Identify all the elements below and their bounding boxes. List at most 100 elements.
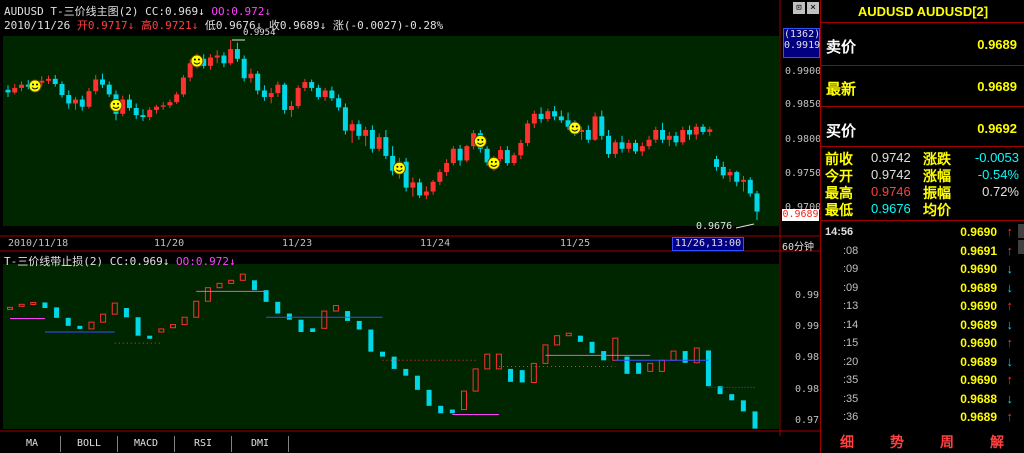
up-arrow-icon: ↑ xyxy=(1006,335,1014,350)
candle-body xyxy=(93,79,99,92)
candle-body xyxy=(336,98,342,108)
sub-bar xyxy=(682,351,688,363)
candle-body xyxy=(498,150,504,160)
candle-body xyxy=(714,159,720,167)
sub-chart-title: T-三价线带止损(2) xyxy=(4,255,104,268)
candle-body xyxy=(423,191,429,196)
tab-boll[interactable]: BOLL xyxy=(61,436,118,452)
tab-rsi[interactable]: RSI xyxy=(175,436,232,452)
signal-smiley-icon xyxy=(28,79,42,93)
candle-body xyxy=(167,102,173,106)
candle-body xyxy=(147,109,153,118)
sub-bar xyxy=(729,394,735,401)
sub-bar xyxy=(251,280,257,291)
tab-dmi[interactable]: DMI xyxy=(232,436,289,452)
tick-price: 0.9689 xyxy=(960,354,997,369)
buy-price-row[interactable]: 买价 0.9692 xyxy=(821,108,1024,148)
sub-bar xyxy=(705,350,711,387)
candle-body xyxy=(457,148,463,161)
up-arrow-icon: ↑ xyxy=(1006,409,1014,424)
tick-time: :15 xyxy=(843,337,859,349)
quote-panel: AUDUSD AUDUSD[2] 卖价 0.9689 最新 0.9689 买价 … xyxy=(820,0,1024,453)
tick-price: 0.9690 xyxy=(960,373,997,387)
main-header-line2: 2010/11/26 开0.9717↓ 高0.9721↓ 低0.9676↓ 收0… xyxy=(4,17,443,33)
candle-body xyxy=(99,79,105,85)
sub-bar xyxy=(449,409,455,414)
tick-time: :20 xyxy=(843,355,859,368)
sub-bar xyxy=(356,320,362,330)
close-icon[interactable]: × xyxy=(807,2,819,14)
sub-plot-area[interactable] xyxy=(3,264,779,429)
change-stat-value: -0.0053 xyxy=(974,150,1019,165)
low-marker-label: 0.9676 xyxy=(696,221,733,232)
candle-body xyxy=(369,130,375,149)
divider xyxy=(821,22,1024,23)
low-stat-value: 0.9676 xyxy=(871,201,911,216)
low-label: 最低 xyxy=(825,202,853,218)
sub-bar xyxy=(147,335,153,339)
tick-price: 0.9688 xyxy=(960,391,997,406)
tick-time: :09 xyxy=(843,263,859,275)
scroll-up-icon[interactable] xyxy=(1018,224,1024,238)
sub-bar xyxy=(380,351,385,357)
candle-body xyxy=(747,179,753,194)
y-tick-9800: 0.9800 xyxy=(785,134,822,145)
candle-body xyxy=(376,137,382,149)
tick-row: :36 0.9689 ↑ xyxy=(821,409,1024,427)
candle-body xyxy=(531,113,537,124)
candle-body xyxy=(79,99,85,107)
up-arrow-icon: ↑ xyxy=(1006,372,1014,387)
sub-bar xyxy=(577,335,583,342)
sub-bar xyxy=(275,301,281,314)
divider xyxy=(821,220,1024,221)
candle-body xyxy=(646,139,652,147)
candle-body xyxy=(410,182,416,188)
tab-macd[interactable]: MACD xyxy=(118,436,175,452)
high-stat-value: 0.9746 xyxy=(871,184,911,199)
sub-bar xyxy=(589,341,595,353)
candle-body xyxy=(383,137,389,156)
candle-body xyxy=(282,84,288,110)
tick-time: 14:56 xyxy=(825,226,854,238)
tab-detail[interactable]: 细 xyxy=(822,432,872,452)
candle-body xyxy=(255,73,261,91)
open-down-arrow-icon: ↓ xyxy=(127,19,135,32)
candle-body xyxy=(693,126,699,135)
last-price-row[interactable]: 最新 0.9689 xyxy=(821,66,1024,106)
candle-body xyxy=(160,105,166,107)
candle-body xyxy=(633,142,639,152)
tick-price: 0.9689 xyxy=(960,317,997,332)
candle-body xyxy=(248,73,254,79)
candle-body xyxy=(585,130,591,140)
candle-body xyxy=(342,107,348,131)
period-label[interactable]: 60分钟 xyxy=(782,238,814,253)
signal-smiley-icon xyxy=(190,54,204,68)
tab-week[interactable]: 周 xyxy=(922,432,972,452)
scroll-thumb[interactable] xyxy=(1018,240,1024,254)
tab-explain[interactable]: 解 xyxy=(972,432,1022,452)
candle-body xyxy=(12,87,18,93)
candle-body xyxy=(72,99,78,104)
close-value: 收0.9689 xyxy=(268,19,320,32)
down-arrow-icon: ↓ xyxy=(1006,261,1014,276)
sell-value: 0.9689 xyxy=(977,37,1017,52)
sell-price-row[interactable]: 卖价 0.9689 xyxy=(821,24,1024,64)
tab-trend[interactable]: 势 xyxy=(872,432,922,452)
sub-bar xyxy=(54,307,60,318)
candle-body xyxy=(45,78,51,81)
candle-body xyxy=(666,135,672,140)
close-down-arrow-icon: ↓ xyxy=(319,19,327,32)
tick-price: 0.9690 xyxy=(960,336,997,350)
tick-price: 0.9689 xyxy=(960,410,997,424)
restore-icon[interactable]: ⊡ xyxy=(793,2,805,14)
tick-time: :13 xyxy=(843,300,859,312)
candle-body xyxy=(545,111,551,119)
high-down-arrow-icon: ↓ xyxy=(191,19,199,32)
sub-y-tick-5: 0.97 xyxy=(795,415,820,426)
candle-body xyxy=(302,82,308,88)
candle-body xyxy=(444,163,450,173)
tab-ma[interactable]: MA xyxy=(4,436,61,452)
candle-body xyxy=(86,91,92,107)
sub-bar xyxy=(438,405,444,414)
candle-body xyxy=(687,130,693,135)
